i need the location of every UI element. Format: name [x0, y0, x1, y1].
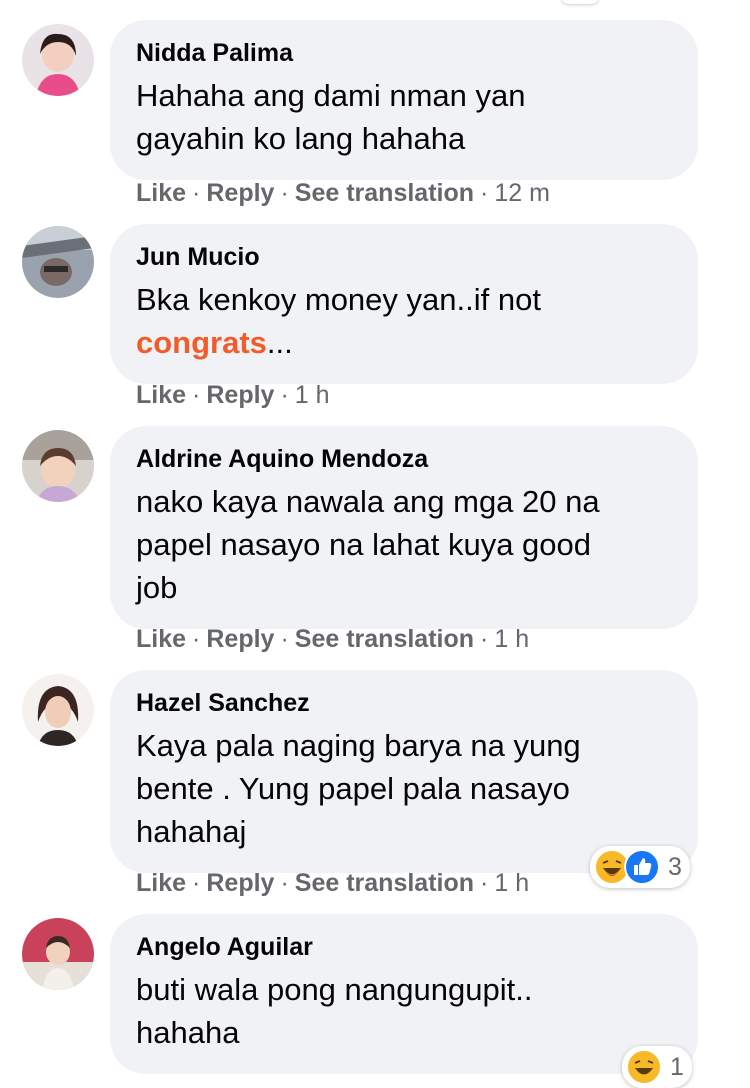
comment-text-line: bente . Yung papel pala nasayo	[136, 771, 570, 806]
timestamp[interactable]: 1 h	[494, 869, 529, 897]
comment-text-line: hahahaj	[136, 814, 247, 849]
avatar[interactable]	[22, 24, 94, 96]
see-translation-button[interactable]: See translation	[295, 179, 474, 207]
reply-button[interactable]: Reply	[206, 869, 274, 897]
like-button[interactable]: Like	[136, 869, 186, 897]
separator: ·	[192, 179, 201, 207]
comment-text: Hahaha ang dami nman yan gayahin ko lang…	[136, 74, 672, 160]
previous-reactions-fragment	[560, 0, 600, 4]
comment-text-line: buti wala pong nangungupit..	[136, 972, 533, 1007]
comment-text-line: nako kaya nawala ang mga 20 na	[136, 484, 600, 519]
avatar[interactable]	[22, 918, 94, 990]
comment-text-line: papel nasayo na lahat kuya good	[136, 527, 592, 562]
comment-text: nako kaya nawala ang mga 20 na papel nas…	[136, 480, 672, 609]
comment-text-line: hahaha	[136, 1015, 240, 1050]
avatar[interactable]	[22, 674, 94, 746]
reply-button[interactable]: Reply	[206, 625, 274, 653]
separator: ·	[192, 381, 201, 409]
comment-bubble: Hazel Sanchez Kaya pala naging barya na …	[110, 670, 698, 873]
comment-text-line: congrats...	[136, 321, 672, 364]
like-button[interactable]: Like	[136, 625, 186, 653]
comment-text: Bka kenkoy money yan..if not congrats...	[136, 278, 672, 364]
separator: ·	[280, 381, 289, 409]
comment-actions: Like · Reply · See translation · 1 h	[136, 868, 529, 898]
haha-icon	[626, 1049, 662, 1085]
comment-bubble: Nidda Palima Hahaha ang dami nman yan ga…	[110, 20, 698, 180]
separator: ·	[480, 869, 489, 897]
comment-author[interactable]: Aldrine Aquino Mendoza	[136, 444, 672, 474]
like-button[interactable]: Like	[136, 179, 186, 207]
reply-button[interactable]: Reply	[206, 179, 274, 207]
comment-actions: Like · Reply · See translation · 12 m	[136, 178, 550, 208]
comment-actions: Like · Reply · 1 h	[136, 380, 330, 410]
timestamp[interactable]: 1 h	[295, 381, 330, 409]
comment-text-line: Hahaha ang dami nman yan	[136, 78, 526, 113]
see-translation-button[interactable]: See translation	[295, 625, 474, 653]
separator: ·	[280, 179, 289, 207]
comment-bubble: Angelo Aguilar buti wala pong nangungupi…	[110, 914, 698, 1074]
separator: ·	[192, 869, 201, 897]
comment-author[interactable]: Nidda Palima	[136, 38, 672, 68]
comment-bubble: Aldrine Aquino Mendoza nako kaya nawala …	[110, 426, 698, 629]
reply-button[interactable]: Reply	[206, 381, 274, 409]
mention-link[interactable]: congrats	[136, 325, 267, 360]
mention-suffix: ...	[266, 325, 293, 360]
comment-text-line: job	[136, 570, 178, 605]
comment-text: buti wala pong nangungupit.. hahaha	[136, 968, 672, 1054]
like-button[interactable]: Like	[136, 381, 186, 409]
timestamp[interactable]: 1 h	[494, 625, 529, 653]
see-translation-button[interactable]: See translation	[295, 869, 474, 897]
comment-text-line: gayahin ko lang hahaha	[136, 121, 466, 156]
separator: ·	[480, 179, 489, 207]
comment-author[interactable]: Angelo Aguilar	[136, 932, 672, 962]
comment-text: Kaya pala naging barya na yung bente . Y…	[136, 724, 672, 853]
comment-author[interactable]: Hazel Sanchez	[136, 688, 672, 718]
avatar[interactable]	[22, 226, 94, 298]
separator: ·	[480, 625, 489, 653]
comment-author[interactable]: Jun Mucio	[136, 242, 672, 272]
comment-text-line: Bka kenkoy money yan..if not	[136, 282, 541, 317]
comment-text-line: Kaya pala naging barya na yung	[136, 728, 581, 763]
separator: ·	[192, 625, 201, 653]
reaction-count: 1	[670, 1052, 684, 1081]
reaction-summary[interactable]: 3	[590, 846, 690, 888]
reaction-summary[interactable]: 1	[622, 1046, 692, 1088]
reaction-count: 3	[668, 852, 682, 881]
like-icon	[624, 849, 660, 885]
timestamp[interactable]: 12 m	[494, 179, 550, 207]
comment-bubble: Jun Mucio Bka kenkoy money yan..if not c…	[110, 224, 698, 384]
avatar[interactable]	[22, 430, 94, 502]
comment-actions: Like · Reply · See translation · 1 h	[136, 624, 529, 654]
separator: ·	[280, 625, 289, 653]
separator: ·	[280, 869, 289, 897]
